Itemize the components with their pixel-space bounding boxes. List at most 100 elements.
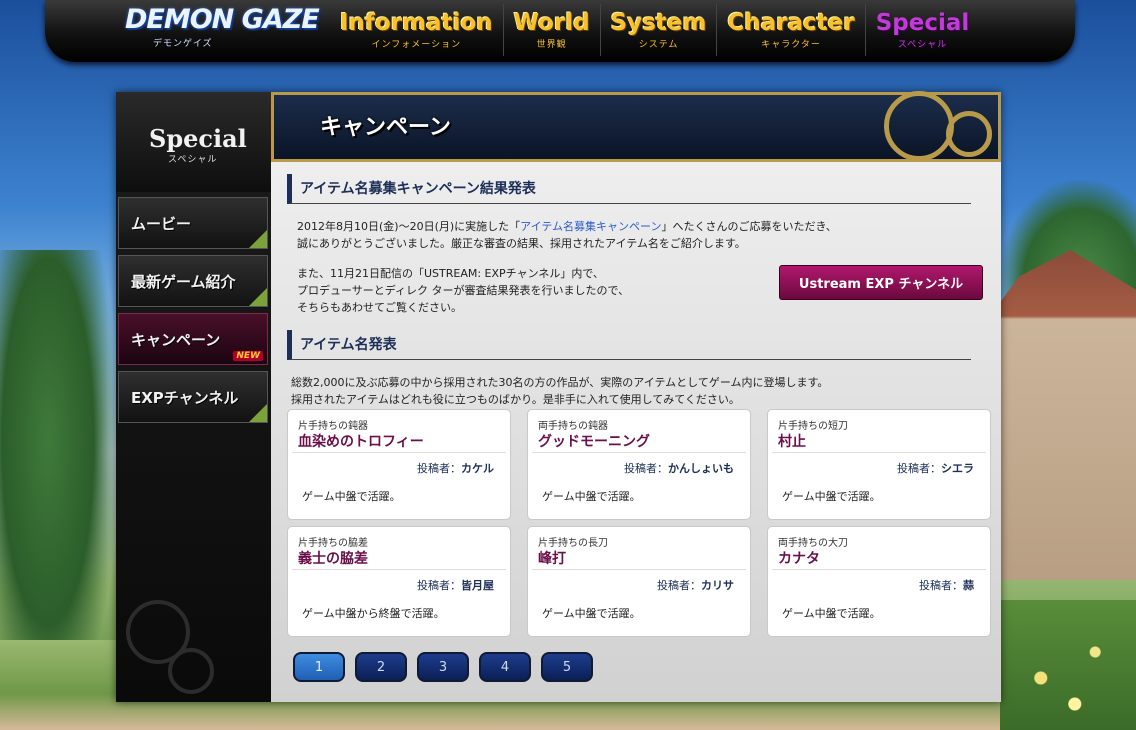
author-name: カケル: [461, 462, 494, 475]
item-type: 片手持ちの長刀: [538, 538, 608, 549]
pagination: 1 2 3 4 5: [293, 652, 603, 682]
campaign-link[interactable]: アイテム名募集キャンペーン: [520, 220, 661, 233]
item-author: 投稿者：かんしょいも: [624, 460, 734, 476]
item-type: 片手持ちの短刀: [778, 421, 848, 432]
sidebar-item-label: ムービー: [131, 214, 192, 233]
intro-paragraph: 2012年8月10日(金)〜20日(月)に実施した「アイテム名募集キャンペーン」…: [297, 218, 837, 252]
gear-icon: [168, 648, 214, 694]
nav-special[interactable]: Special スペシャル: [864, 4, 980, 56]
item-name: 峰打: [538, 551, 566, 567]
page-button-4[interactable]: 4: [479, 652, 531, 682]
item-author: 投稿者：皆月屋: [417, 577, 494, 593]
page-button-3[interactable]: 3: [417, 652, 469, 682]
page-button-2[interactable]: 2: [355, 652, 407, 682]
item-description: ゲーム中盤で活躍。: [782, 607, 881, 620]
item-description: ゲーム中盤で活躍。: [302, 490, 401, 503]
ustream-line-3: そちらもあわせてご覧ください。: [297, 301, 462, 314]
main-nav: Information インフォメーション World 世界観 System シ…: [330, 4, 979, 56]
main-panel: Special スペシャル ムービー 最新ゲーム紹介 キャンペーン NEW EX…: [116, 91, 1001, 702]
author-label: 投稿者：: [624, 462, 668, 475]
author-label: 投稿者：: [417, 579, 461, 592]
item-description: ゲーム中盤で活躍。: [542, 607, 641, 620]
section-title-results: アイテム名募集キャンペーン結果発表: [287, 174, 971, 204]
card-divider: [532, 452, 746, 453]
content-area: キャンペーン アイテム名募集キャンペーン結果発表 2012年8月10日(金)〜2…: [271, 91, 1001, 702]
ustream-exp-channel-button[interactable]: Ustream EXP チャンネル: [779, 265, 983, 300]
background-flowers: [1000, 600, 1136, 730]
item-names-paragraph: 総数2,000に及ぶ応募の中から採用された30名の方の作品が、実際のアイテムとし…: [291, 374, 828, 408]
author-name: シエラ: [941, 462, 974, 475]
item-name: 血染めのトロフィー: [298, 434, 424, 450]
nav-sublabel: インフォメーション: [371, 40, 462, 50]
corner-accent-icon: [249, 288, 267, 306]
section-title-item-names: アイテム名発表: [287, 330, 971, 360]
item-type: 片手持ちの鈍器: [298, 421, 368, 432]
nav-label: System: [610, 10, 707, 36]
card-divider: [292, 452, 506, 453]
nav-sublabel: スペシャル: [897, 40, 948, 50]
item-name: 村止: [778, 434, 806, 450]
nav-character[interactable]: Character キャラクター: [716, 4, 864, 56]
item-card: 片手持ちの短刀 村止 投稿者：シエラ ゲーム中盤で活躍。: [767, 409, 991, 520]
item-card: 両手持ちの鈍器 グッドモーニング 投稿者：かんしょいも ゲーム中盤で活躍。: [527, 409, 751, 520]
author-name: かんしょいも: [668, 462, 734, 475]
nav-information[interactable]: Information インフォメーション: [330, 4, 503, 56]
item-names-line-1: 総数2,000に及ぶ応募の中から採用された30名の方の作品が、実際のアイテムとし…: [291, 376, 829, 389]
item-type: 片手持ちの脇差: [298, 538, 368, 549]
corner-accent-icon: [249, 230, 267, 248]
card-divider: [772, 569, 986, 570]
item-description: ゲーム中盤で活躍。: [782, 490, 881, 503]
nav-label: Information: [340, 10, 493, 36]
item-name: グッドモーニング: [538, 434, 650, 450]
card-divider: [532, 569, 746, 570]
intro-line-1: 2012年8月10日(金)〜20日(月)に実施した「アイテム名募集キャンペーン」…: [297, 218, 837, 235]
nav-label: World: [513, 10, 590, 36]
author-name: 皆月屋: [461, 579, 494, 592]
author-label: 投稿者：: [897, 462, 941, 475]
logo-text: DEMON GAZE: [125, 4, 320, 35]
card-divider: [292, 569, 506, 570]
author-label: 投稿者：: [417, 462, 461, 475]
new-badge: NEW: [233, 351, 263, 361]
item-author: 投稿者：カリサ: [657, 577, 734, 593]
item-name: 義士の脇差: [298, 551, 368, 567]
intro-line-2: 誠にありがとうございました。厳正な審査の結果、採用されたアイテム名をご紹介します…: [297, 237, 746, 250]
card-divider: [772, 452, 986, 453]
item-description: ゲーム中盤から終盤で活躍。: [302, 607, 445, 620]
page-header: キャンペーン: [271, 91, 1001, 162]
sidebar-item-latest-game[interactable]: 最新ゲーム紹介: [118, 255, 268, 307]
item-card: 片手持ちの脇差 義士の脇差 投稿者：皆月屋 ゲーム中盤から終盤で活躍。: [287, 526, 511, 637]
ustream-line-1: また、11月21日配信の「USTREAM: EXPチャンネル」内で、: [297, 267, 604, 280]
sidebar-item-label: EXPチャンネル: [131, 388, 239, 407]
nav-sublabel: 世界観: [536, 40, 567, 50]
nav-system[interactable]: System システム: [599, 4, 717, 56]
site-logo[interactable]: DEMON GAZE デモンゲイズ: [125, 4, 320, 56]
author-name: カリサ: [701, 579, 734, 592]
item-card: 片手持ちの長刀 峰打 投稿者：カリサ ゲーム中盤で活躍。: [527, 526, 751, 637]
author-label: 投稿者：: [657, 579, 701, 592]
sidebar-item-exp-channel[interactable]: EXPチャンネル: [118, 371, 268, 423]
gear-icon: [946, 111, 992, 157]
ustream-paragraph: また、11月21日配信の「USTREAM: EXPチャンネル」内で、 プロデュー…: [297, 265, 629, 316]
author-label: 投稿者：: [919, 579, 963, 592]
item-description: ゲーム中盤で活躍。: [542, 490, 641, 503]
sidebar-title-en: Special: [149, 124, 247, 153]
page-button-5[interactable]: 5: [541, 652, 593, 682]
author-name: 蒜: [963, 579, 974, 592]
sidebar-item-movie[interactable]: ムービー: [118, 197, 268, 249]
intro-text-after: 」へたくさんのご応募をいただき、: [661, 220, 837, 233]
gear-icon: [884, 91, 954, 161]
item-author: 投稿者：シエラ: [897, 460, 974, 476]
nav-world[interactable]: World 世界観: [502, 4, 600, 56]
item-names-line-2: 採用されたアイテムはどれも役に立つものばかり。是非手に入れて使用してみてください…: [291, 393, 740, 406]
sidebar-title-jp: スペシャル: [168, 155, 218, 165]
background-house: [990, 250, 1136, 580]
sidebar-item-label: キャンペーン: [131, 330, 221, 349]
nav-label: Special: [875, 10, 970, 36]
page-button-1[interactable]: 1: [293, 652, 345, 682]
sidebar-title: Special スペシャル: [116, 92, 271, 192]
item-type: 両手持ちの鈍器: [538, 421, 608, 432]
site-header: DEMON GAZE デモンゲイズ Information インフォメーション …: [45, 0, 1075, 62]
page-title: キャンペーン: [320, 115, 451, 140]
sidebar-item-campaign[interactable]: キャンペーン NEW: [118, 313, 268, 365]
